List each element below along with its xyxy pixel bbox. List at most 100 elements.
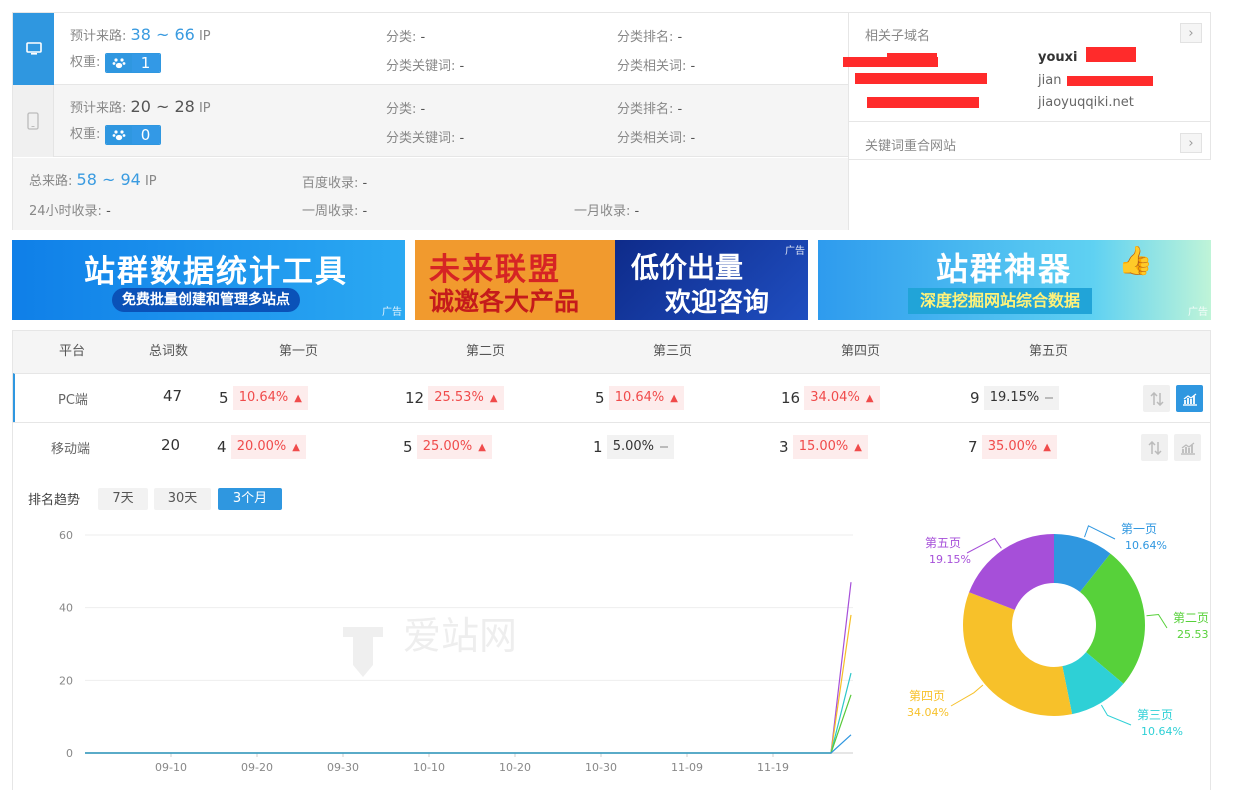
page-percent: 10.64% bbox=[238, 390, 289, 405]
pc-traffic-unit: IP bbox=[198, 29, 211, 44]
chart-icon bbox=[1182, 392, 1197, 406]
keyword-overlap-sites-label[interactable]: 关键词重合网站 bbox=[865, 135, 956, 154]
trend-chart-button[interactable] bbox=[1176, 385, 1203, 412]
mobile-weight-badge[interactable]: 0 bbox=[104, 124, 161, 145]
desktop-icon[interactable] bbox=[13, 13, 54, 85]
donut-slice-label: 第四页 bbox=[909, 689, 945, 703]
sort-toggle-button[interactable] bbox=[1141, 434, 1168, 461]
trend-flat-icon bbox=[660, 445, 668, 448]
site-stats-card: 预计来路: 38 ~ 66 IP 权重: 1 分类: - 分类关键词: - 分类… bbox=[12, 12, 849, 230]
ad-banner-alliance[interactable]: 未来联盟 诚邀各大产品 低价出量 欢迎咨询 广告 bbox=[415, 240, 808, 320]
mobile-traffic-value: 20 ~ 28 bbox=[130, 97, 195, 116]
ad-banner-site-stats[interactable]: 站群数据统计工具 免费批量创建和管理多站点 广告 bbox=[12, 240, 405, 320]
page-percent-badge: 19.15% bbox=[983, 386, 1060, 410]
trend-up-icon: ▲ bbox=[854, 442, 862, 453]
ad-banner-site-tool[interactable]: 站群神器 深度挖掘网站综合数据 👍 广告 bbox=[818, 240, 1211, 320]
baidu-index-label: 百度收录: bbox=[302, 176, 359, 191]
col-page4: 第四页 bbox=[841, 344, 881, 359]
mobile-cat-rank-value: - bbox=[677, 102, 683, 117]
donut-slice bbox=[963, 592, 1073, 716]
y-tick-label: 60 bbox=[59, 529, 73, 542]
donut-slice-percent: 34.04% bbox=[907, 706, 949, 719]
banner-subline: 诚邀各大产品 bbox=[429, 287, 580, 316]
pc-weight-badge[interactable]: 1 bbox=[104, 52, 161, 73]
page-cell: 5 10.64% ▲ bbox=[219, 386, 308, 410]
sort-toggle-button[interactable] bbox=[1143, 385, 1170, 412]
ad-label: 广告 bbox=[1188, 307, 1208, 318]
h24-index-label: 24小时收录: bbox=[29, 204, 102, 219]
week-index-label: 一周收录: bbox=[302, 204, 359, 219]
mobile-cat-label: 分类: bbox=[386, 102, 417, 117]
pc-cat-label: 分类: bbox=[386, 30, 417, 45]
page-count: 9 bbox=[970, 389, 980, 407]
col-page5: 第五页 bbox=[1029, 344, 1069, 359]
page-cell: 1 5.00% bbox=[593, 435, 674, 459]
row-total: 47 bbox=[163, 387, 183, 405]
baidu-paw-icon bbox=[105, 53, 132, 72]
table-row: 移动端 20 4 20.00% ▲ 5 25.00% ▲ 1 5.00% 3 15.00% ▲ 7… bbox=[13, 422, 1210, 471]
donut-leader-line bbox=[950, 684, 984, 707]
page-percent: 10.64% bbox=[614, 390, 665, 405]
h24-index-value: - bbox=[106, 204, 111, 219]
pc-stats-row: 预计来路: 38 ~ 66 IP 权重: 1 分类: - 分类关键词: - 分类… bbox=[13, 13, 848, 85]
trend-up-icon: ▲ bbox=[670, 393, 678, 404]
page-percent: 34.04% bbox=[810, 390, 860, 405]
keyword-overlap-more-button[interactable]: › bbox=[1180, 133, 1202, 153]
page-percent-badge: 5.00% bbox=[606, 435, 674, 459]
x-tick-label: 09-20 bbox=[241, 761, 273, 774]
page-percent: 20.00% bbox=[236, 439, 287, 454]
trend-up-icon: ▲ bbox=[294, 393, 302, 404]
subdomain-link[interactable]: jian bbox=[1038, 73, 1061, 88]
total-traffic-value: 58 ~ 94 bbox=[76, 170, 141, 189]
page-percent-badge: 10.64% ▲ bbox=[608, 386, 684, 410]
page-percent: 15.00% bbox=[798, 439, 849, 454]
page-count: 4 bbox=[217, 438, 227, 456]
pc-cat-rank-value: - bbox=[677, 30, 683, 45]
sort-arrows-icon bbox=[1149, 391, 1164, 406]
trend-up-icon: ▲ bbox=[489, 393, 498, 404]
x-tick-label: 10-20 bbox=[499, 761, 531, 774]
pc-cat-kw-label: 分类关键词: bbox=[386, 59, 456, 74]
trend-chart-button[interactable] bbox=[1174, 434, 1201, 461]
ad-label: 广告 bbox=[785, 246, 805, 257]
watermark-logo bbox=[343, 627, 383, 677]
banner-headline: 站群数据统计工具 bbox=[84, 254, 348, 290]
divider bbox=[849, 121, 1211, 122]
mobile-traffic-label: 预计来路: bbox=[70, 101, 127, 116]
subdomains-more-button[interactable]: › bbox=[1180, 23, 1202, 43]
ad-label: 广告 bbox=[382, 307, 402, 318]
trend-up-icon: ▲ bbox=[1043, 442, 1051, 453]
page-count: 5 bbox=[595, 389, 605, 407]
total-traffic-unit: IP bbox=[144, 174, 157, 189]
col-platform: 平台 bbox=[59, 344, 86, 359]
tab-7-days[interactable]: 7天 bbox=[98, 488, 148, 510]
pc-cat-rank-label: 分类排名: bbox=[617, 30, 674, 45]
banner-subline-2: 欢迎咨询 bbox=[665, 288, 770, 318]
redaction-mark bbox=[1067, 76, 1153, 86]
page-count: 5 bbox=[219, 389, 229, 407]
tab-3-months[interactable]: 3个月 bbox=[218, 488, 282, 510]
pc-cat-rel-value: - bbox=[690, 59, 696, 74]
pc-cat-rel-label: 分类相关词: bbox=[617, 59, 687, 74]
total-traffic-label: 总来路: bbox=[29, 174, 73, 189]
col-page1: 第一页 bbox=[279, 344, 319, 359]
x-tick-label: 09-30 bbox=[327, 761, 359, 774]
mobile-phone-icon[interactable] bbox=[13, 85, 54, 157]
page-cell: 5 10.64% ▲ bbox=[595, 386, 684, 410]
ranking-trend-line-chart: 爱站网 0 20 40 60 09-10 09-20 09-30 10-10 10-20 10-30… bbox=[59, 529, 853, 774]
subdomain-link[interactable]: jiaoyuqqiki.net bbox=[1038, 95, 1134, 110]
tab-30-days[interactable]: 30天 bbox=[154, 488, 211, 510]
page-count: 3 bbox=[779, 438, 789, 456]
donut-leader-line bbox=[1100, 704, 1132, 726]
pc-weight-label: 权重: bbox=[70, 55, 101, 70]
trend-series-line bbox=[85, 672, 852, 754]
banner-headline-2: 低价出量 bbox=[631, 251, 744, 284]
baidu-paw-icon bbox=[105, 125, 132, 144]
redaction-mark bbox=[867, 97, 979, 108]
mobile-weight-value: 0 bbox=[131, 125, 160, 144]
subdomain-link[interactable]: youxi bbox=[1038, 50, 1078, 65]
ranking-table-panel: 平台 总词数 第一页 第二页 第三页 第四页 第五页 PC端 47 5 10.64%… bbox=[12, 330, 1211, 790]
baidu-index-value: - bbox=[362, 176, 368, 191]
month-index-value: - bbox=[634, 204, 640, 219]
trend-series-line bbox=[85, 694, 852, 754]
